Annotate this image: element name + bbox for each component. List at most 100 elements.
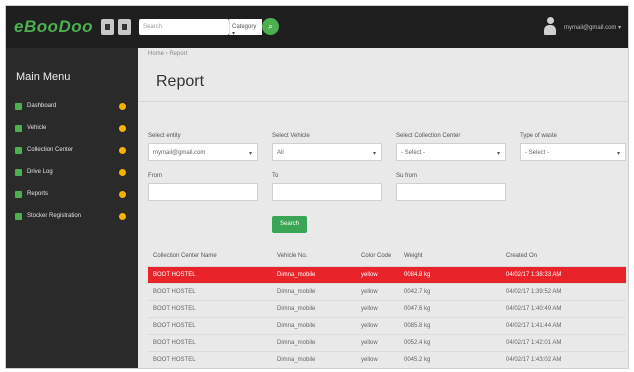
- sidebar-item-reports[interactable]: Reports: [6, 186, 138, 204]
- table-row[interactable]: BOOT HOSTEL Dimna_mobile yellow 0045.2 k…: [148, 351, 626, 368]
- table-cell: yellow: [356, 300, 399, 318]
- column-header[interactable]: Created On: [501, 246, 626, 267]
- table-cell: 04/02/17 1:41:44 AM: [501, 317, 626, 335]
- column-header[interactable]: Collection Center Name: [148, 246, 272, 267]
- column-header[interactable]: Vehicle No.: [272, 246, 356, 267]
- to-date-input[interactable]: [272, 183, 382, 201]
- badge-icon: [119, 147, 126, 154]
- category-select[interactable]: Category ▾: [229, 19, 262, 37]
- search-button[interactable]: ⌕: [262, 18, 279, 35]
- table-cell: 04/02/17 1:43:02 AM: [501, 351, 626, 368]
- badge-icon: [119, 169, 126, 176]
- sidebar: Main Menu Dashboard Vehicle Collection C…: [6, 48, 138, 368]
- app-logo[interactable]: eBooDoo: [14, 17, 93, 37]
- sidebar-item-label: Drive Log: [27, 169, 53, 175]
- chevron-down-icon: ▾: [496, 151, 500, 157]
- table-header-row: Collection Center Name Vehicle No. Color…: [148, 246, 626, 267]
- table-cell: BOOT HOSTEL: [148, 283, 272, 301]
- from-date-input[interactable]: [148, 183, 258, 201]
- car-icon: [15, 125, 22, 132]
- table-cell: BOOT HOSTEL: [148, 317, 272, 335]
- register-icon: [15, 213, 22, 220]
- table-cell: BOOT HOSTEL: [148, 334, 272, 352]
- table-cell: 0052.4 kg: [399, 334, 501, 352]
- table-cell: 0042.7 kg: [399, 283, 501, 301]
- user-menu[interactable]: mymail@gmail.com ▾: [564, 24, 621, 31]
- table-cell: 04/02/17 1:39:52 AM: [501, 283, 626, 301]
- grid-icon: [105, 24, 110, 30]
- select-vehicle-label: Select Vehicle: [272, 133, 310, 139]
- type-of-waste-dropdown[interactable]: - Select - ▾: [520, 143, 626, 161]
- table-cell: 0045.2 kg: [399, 351, 501, 368]
- table-cell: Dimna_mobile: [272, 334, 356, 352]
- info-icon: [122, 24, 127, 30]
- table-cell: BOOT HOSTEL: [148, 351, 272, 368]
- table-cell: yellow: [356, 266, 399, 284]
- user-avatar-icon[interactable]: [543, 17, 557, 36]
- list-icon: [15, 169, 22, 176]
- table-cell: yellow: [356, 317, 399, 335]
- sidebar-item-label: Stocker Registration: [27, 213, 82, 219]
- select-entity-value: mymail@gmail.com: [153, 150, 206, 156]
- select-entity-dropdown[interactable]: mymail@gmail.com ▾: [148, 143, 258, 161]
- table-cell: Dimna_mobile: [272, 317, 356, 335]
- sidebar-item-collection-center[interactable]: Collection Center: [6, 142, 138, 160]
- badge-icon: [119, 191, 126, 198]
- sidebar-item-stocker-registration[interactable]: Stocker Registration: [6, 208, 138, 226]
- su-from-input[interactable]: [396, 183, 506, 201]
- select-vehicle-dropdown[interactable]: All ▾: [272, 143, 382, 161]
- report-table: Collection Center Name Vehicle No. Color…: [148, 246, 626, 368]
- table-cell: BOOT HOSTEL: [148, 300, 272, 318]
- type-of-waste-value: - Select -: [525, 150, 550, 156]
- select-entity-label: Select entity: [148, 133, 181, 139]
- sidebar-item-drive-log[interactable]: Drive Log: [6, 164, 138, 182]
- table-row[interactable]: BOOT HOSTEL Dimna_mobile yellow 0047.6 k…: [148, 300, 626, 318]
- search-input[interactable]: Search: [139, 19, 229, 35]
- from-label: From: [148, 173, 162, 179]
- sidebar-item-dashboard[interactable]: Dashboard: [6, 98, 138, 116]
- table-cell: Dimna_mobile: [272, 351, 356, 368]
- column-header[interactable]: Color Code: [356, 246, 399, 267]
- table-cell: yellow: [356, 351, 399, 368]
- select-collection-label: Select Collection Center: [396, 133, 461, 139]
- page-title: Report: [156, 73, 205, 90]
- chart-icon: [15, 191, 22, 198]
- select-collection-dropdown[interactable]: - Select - ▾: [396, 143, 506, 161]
- column-header[interactable]: Weight: [399, 246, 501, 267]
- home-icon: [15, 103, 22, 110]
- table-row[interactable]: BOOT HOSTEL Dimna_mobile yellow 0085.8 k…: [148, 317, 626, 335]
- table-cell: 0047.6 kg: [399, 300, 501, 318]
- badge-icon: [119, 125, 126, 132]
- menu-toggle-button[interactable]: [101, 19, 114, 35]
- to-label: To: [272, 173, 279, 179]
- divider: [138, 101, 628, 102]
- search-icon: ⌕: [267, 21, 274, 31]
- pin-icon: [15, 147, 22, 154]
- table-row[interactable]: BOOT HOSTEL Dimna_mobile yellow 0042.7 k…: [148, 283, 626, 301]
- sidebar-item-label: Collection Center: [27, 147, 74, 153]
- sidebar-item-label: Reports: [27, 191, 49, 197]
- table-cell: 0084.8 kg: [399, 266, 501, 284]
- chevron-down-icon: ▾: [372, 151, 376, 157]
- search-submit-button[interactable]: Search: [272, 216, 307, 233]
- sidebar-item-vehicle[interactable]: Vehicle: [6, 120, 138, 138]
- table-cell: 04/02/17 1:40:49 AM: [501, 300, 626, 318]
- info-button[interactable]: [118, 19, 131, 35]
- chevron-down-icon: ▾: [248, 151, 252, 157]
- table-cell: 0085.8 kg: [399, 317, 501, 335]
- table-cell: BOOT HOSTEL: [148, 266, 272, 284]
- table-cell: yellow: [356, 334, 399, 352]
- table-row[interactable]: BOOT HOSTEL Dimna_mobile yellow 0052.4 k…: [148, 334, 626, 352]
- sidebar-item-label: Dashboard: [27, 103, 57, 109]
- su-from-label: Su from: [396, 173, 418, 179]
- breadcrumb[interactable]: Home › Report: [148, 51, 187, 57]
- badge-icon: [119, 213, 126, 220]
- table-cell: Dimna_mobile: [272, 266, 356, 284]
- top-bar: eBooDoo Search Category ▾ ⌕ mymail@gmail…: [6, 6, 628, 48]
- table-cell: 04/02/17 1:42:01 AM: [501, 334, 626, 352]
- badge-icon: [119, 103, 126, 110]
- table-row[interactable]: BOOT HOSTEL Dimna_mobile yellow 0084.8 k…: [148, 266, 626, 284]
- sidebar-title: Main Menu: [16, 71, 71, 83]
- table-cell: 04/02/17 1:38:33 AM: [501, 266, 626, 284]
- type-of-waste-label: Type of waste: [520, 133, 558, 139]
